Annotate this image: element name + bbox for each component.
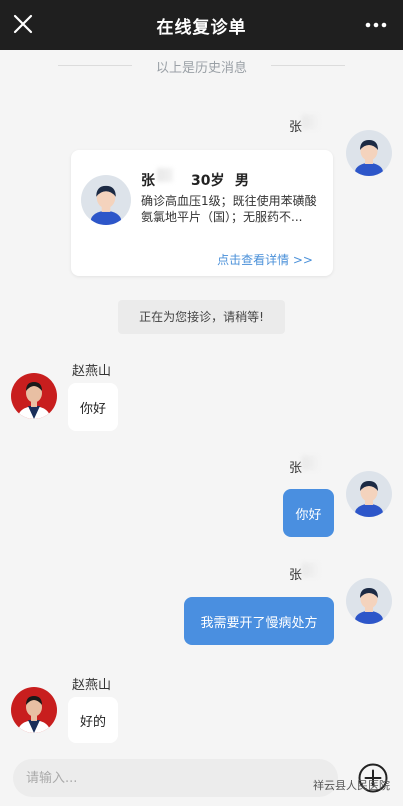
user-icon bbox=[355, 588, 383, 624]
message-bubble: 好的 bbox=[68, 697, 118, 743]
message-bubble: 你好 bbox=[283, 489, 334, 537]
more-options-icon[interactable] bbox=[363, 14, 389, 36]
watermark: 祥云县人民医院 bbox=[313, 779, 390, 792]
system-notice: 正在为您接诊，请稍等! bbox=[118, 300, 285, 334]
patient-info-card[interactable]: 张 30岁 男 确诊高血压1级；既往使用苯磺酸氨氯地平片（国）；无服药不... … bbox=[71, 150, 333, 276]
doctor-photo-icon bbox=[17, 382, 51, 419]
doctor-photo-icon bbox=[17, 696, 51, 733]
sender-name-patient: 张 bbox=[289, 461, 303, 476]
message-bubble: 我需要开了慢病处方 bbox=[184, 597, 334, 645]
sender-name-patient: 张 bbox=[289, 568, 303, 583]
history-divider-text: 以上是历史消息 bbox=[155, 61, 247, 76]
user-icon bbox=[90, 185, 122, 225]
view-details-link[interactable]: 点击查看详情 >> bbox=[217, 251, 313, 268]
name-blur bbox=[302, 563, 318, 577]
history-divider: 以上是历史消息 bbox=[0, 56, 403, 76]
patient-avatar[interactable] bbox=[346, 130, 392, 176]
name-blur bbox=[302, 115, 318, 129]
top-bar: 在线复诊单 bbox=[0, 0, 403, 50]
patient-avatar[interactable] bbox=[346, 471, 392, 517]
name-blur bbox=[157, 168, 173, 182]
doctor-avatar[interactable] bbox=[11, 687, 57, 733]
patient-sex: 男 bbox=[235, 173, 249, 189]
user-icon bbox=[355, 140, 383, 176]
divider-line-right bbox=[271, 65, 345, 66]
message-input[interactable] bbox=[13, 759, 338, 797]
card-avatar bbox=[81, 175, 131, 225]
patient-name: 张 bbox=[141, 173, 155, 189]
sender-name-doctor: 赵燕山 bbox=[72, 364, 112, 379]
diagnosis-summary: 确诊高血压1级；既往使用苯磺酸氨氯地平片（国）；无服药不... bbox=[141, 194, 317, 224]
sender-name-patient: 张 bbox=[289, 120, 303, 135]
page-title: 在线复诊单 bbox=[156, 18, 247, 38]
patient-avatar[interactable] bbox=[346, 578, 392, 624]
message-bubble: 你好 bbox=[68, 383, 118, 431]
user-icon bbox=[355, 481, 383, 517]
name-blur bbox=[302, 456, 318, 470]
patient-age: 30岁 bbox=[191, 173, 225, 189]
divider-line-left bbox=[58, 65, 132, 66]
sender-name-doctor: 赵燕山 bbox=[72, 678, 112, 693]
doctor-avatar[interactable] bbox=[11, 373, 57, 419]
